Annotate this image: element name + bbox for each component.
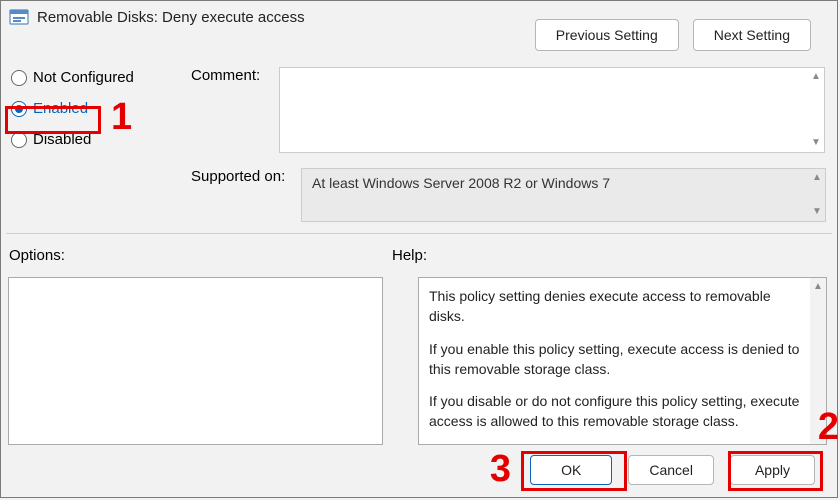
annotation-3: 3 [490,448,511,491]
scroll-up-icon[interactable]: ▲ [812,173,822,183]
scroll-up-icon[interactable]: ▲ [813,282,823,292]
radio-label: Enabled [33,100,88,117]
options-box [8,277,383,445]
supported-on-label: Supported on: [191,168,285,185]
radio-label: Not Configured [33,69,134,86]
cancel-button[interactable]: Cancel [628,455,714,485]
help-paragraph: If you enable this policy setting, execu… [429,339,808,380]
radio-icon [11,101,27,117]
radio-label: Disabled [33,131,91,148]
scroll-down-icon[interactable]: ▼ [811,138,821,148]
radio-icon [11,132,27,148]
next-setting-button[interactable]: Next Setting [693,19,811,51]
policy-icon [9,7,29,27]
policy-dialog: Removable Disks: Deny execute access Pre… [0,0,838,498]
dialog-title: Removable Disks: Deny execute access [37,9,305,26]
comment-label: Comment: [191,67,260,84]
help-paragraph: This policy setting denies execute acces… [429,286,808,327]
scroll-up-icon[interactable]: ▲ [811,72,821,82]
ok-button[interactable]: OK [530,455,612,485]
radio-not-configured[interactable]: Not Configured [11,69,134,86]
dialog-buttons: OK Cancel Apply [530,455,815,485]
options-label: Options: [9,247,65,264]
apply-button[interactable]: Apply [730,455,815,485]
help-box: This policy setting denies execute acces… [418,277,827,445]
comment-textarea[interactable]: ▲ ▼ [279,67,825,153]
annotation-2: 2 [818,406,839,449]
nav-buttons: Previous Setting Next Setting [535,19,811,51]
radio-icon [11,70,27,86]
help-paragraph: If you disable or do not configure this … [429,391,808,432]
supported-on-value: At least Windows Server 2008 R2 or Windo… [312,175,610,191]
supported-on-box: At least Windows Server 2008 R2 or Windo… [301,168,826,222]
annotation-1: 1 [111,96,132,139]
scroll-down-icon[interactable]: ▼ [812,207,822,217]
divider [6,233,832,234]
previous-setting-button[interactable]: Previous Setting [535,19,679,51]
help-label: Help: [392,247,427,264]
